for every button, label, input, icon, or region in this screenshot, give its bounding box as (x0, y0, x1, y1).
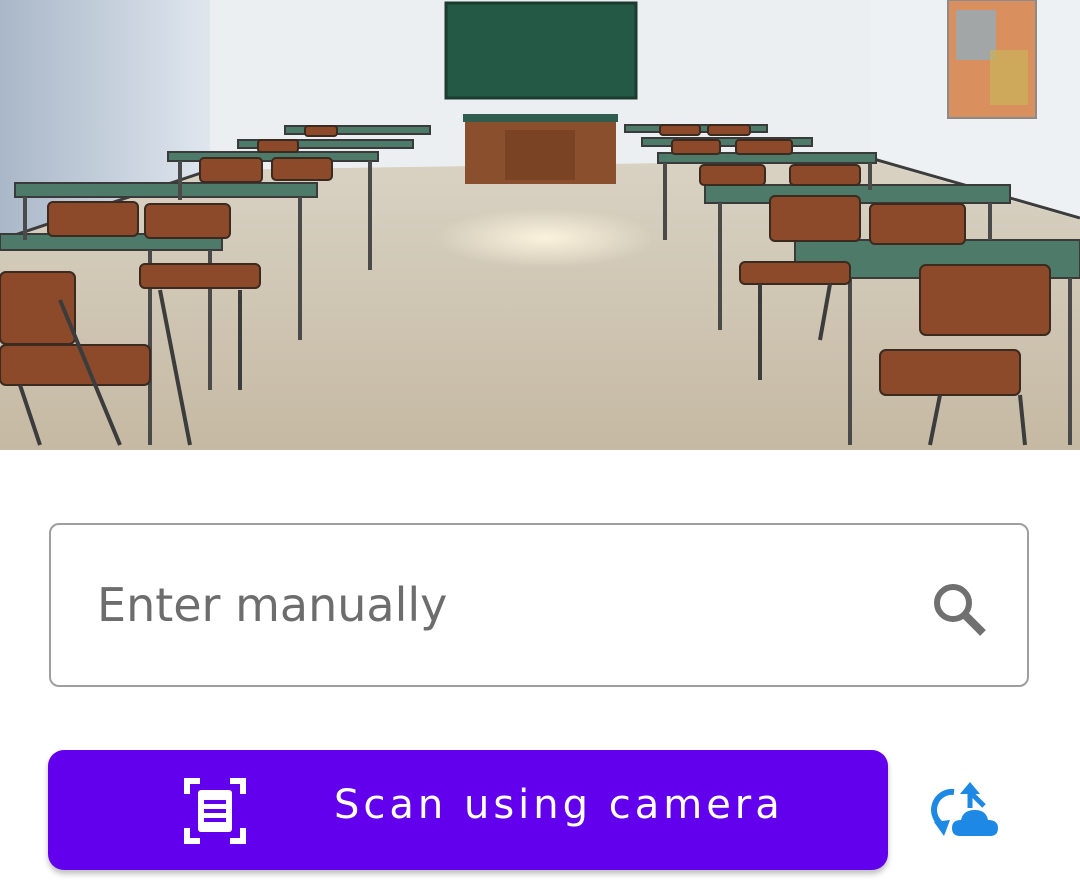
scan-button-label: Scan using camera (334, 782, 784, 828)
scan-using-camera-button[interactable]: Scan using camera (48, 750, 888, 870)
manual-entry-field[interactable] (49, 523, 1029, 687)
manual-entry-input[interactable] (97, 525, 917, 685)
search-icon[interactable] (929, 579, 991, 641)
hero-classroom-image (0, 0, 1080, 450)
cloud-sync-icon[interactable] (930, 782, 1000, 838)
document-scan-icon (184, 778, 246, 844)
